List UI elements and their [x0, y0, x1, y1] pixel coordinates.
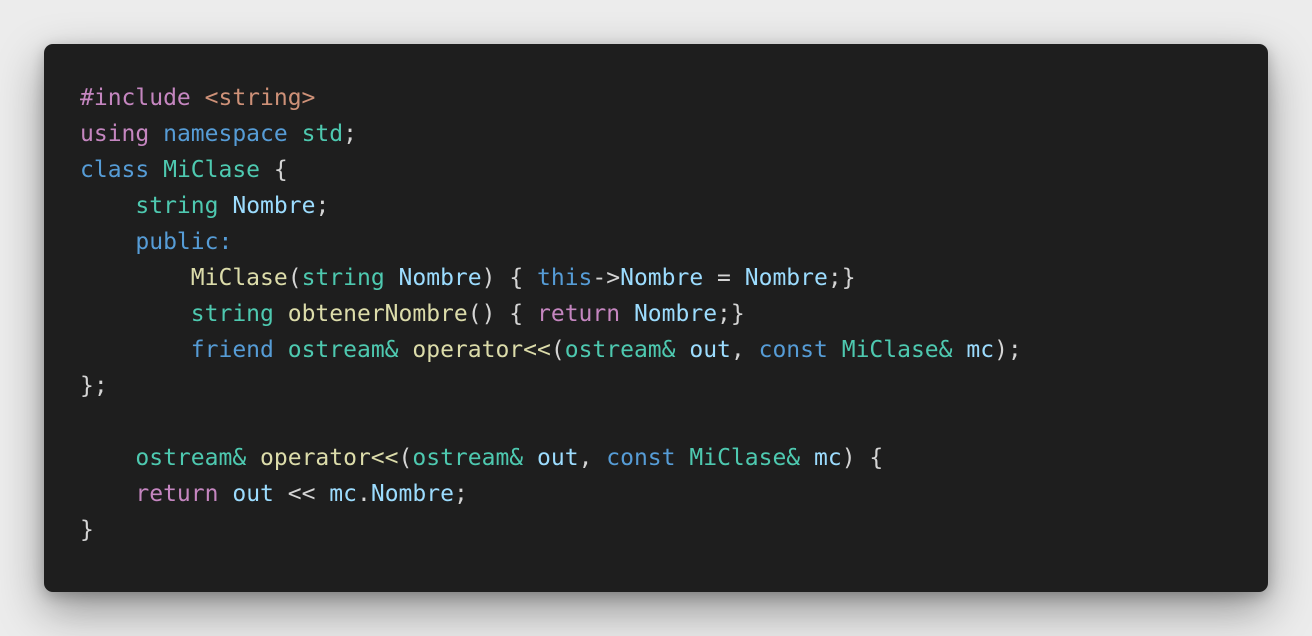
code-line: public:: [80, 224, 1022, 260]
code-token-plain: );: [994, 337, 1022, 363]
code-token-keyword: namespace: [163, 121, 302, 147]
code-token-plain: ;}: [827, 265, 856, 291]
code-window: #include <string> using namespace std; cla…: [44, 44, 1268, 592]
code-line: return out << mc.Nombre;: [80, 476, 1022, 512]
code-token-type: ostream&: [412, 445, 524, 471]
code-token-type: MiClase&: [841, 337, 953, 363]
code-token-type: std: [301, 121, 344, 147]
code-token-type: string: [135, 193, 219, 219]
code-token-type: ostream&: [564, 337, 676, 363]
code-token-keyword: const: [606, 445, 676, 471]
code-token-variable: mc: [329, 481, 357, 507]
code-line: };: [80, 368, 1022, 404]
code-token-plain: (: [287, 265, 302, 291]
code-token-plain: ;: [315, 193, 330, 219]
code-token-string: <string>: [204, 85, 316, 111]
code-token-plain: .: [356, 481, 371, 507]
code-token-type: string: [190, 301, 274, 327]
code-token-plain: <<: [273, 481, 330, 507]
code-token-keyword: public:: [135, 229, 233, 255]
code-token-type: ostream&: [135, 445, 247, 471]
code-line: friend ostream& operator<<(ostream& out,…: [80, 332, 1022, 368]
code-line: using namespace std;: [80, 116, 1022, 152]
code-token-type: MiClase: [163, 157, 261, 183]
code-line: MiClase(string Nombre) { this->Nombre = …: [80, 260, 1022, 296]
code-token-variable: Nombre: [620, 265, 704, 291]
code-token-control: return: [537, 301, 621, 327]
code-token-plain: ) {: [481, 265, 538, 291]
code-token-variable: mc: [966, 337, 995, 363]
code-token-plain: };: [80, 373, 108, 399]
code-token-keyword: class: [80, 157, 164, 183]
code-token-variable: out: [689, 337, 731, 363]
code-token-type: ostream&: [287, 337, 399, 363]
code-line: class MiClase {: [80, 152, 1022, 188]
page: #include <string> using namespace std; cla…: [0, 0, 1312, 636]
code-line: ostream& operator<<(ostream& out, const …: [80, 440, 1022, 476]
code-token-plain: =: [703, 265, 745, 291]
code-line: #include <string>: [80, 80, 1022, 116]
code-token-plain: ;: [453, 481, 468, 507]
code-token-plain: ->: [592, 265, 621, 291]
code-token-variable: Nombre: [633, 301, 718, 327]
code-block[interactable]: #include <string> using namespace std; cla…: [80, 80, 1022, 548]
code-token-variable: out: [537, 445, 579, 471]
code-token-control: return: [135, 481, 219, 507]
code-token-plain: }: [80, 517, 94, 543]
code-token-plain: ;: [343, 121, 357, 147]
code-token-variable: Nombre: [232, 193, 316, 219]
code-token-plain: ,: [578, 445, 607, 471]
code-line: }: [80, 512, 1022, 548]
code-token-plain: ,: [730, 337, 759, 363]
code-token-control: using: [80, 121, 164, 147]
code-line: string Nombre;: [80, 188, 1022, 224]
code-token-plain: () {: [467, 301, 537, 327]
code-token-plain: (: [550, 337, 565, 363]
code-token-keyword: this: [537, 265, 593, 291]
code-token-variable: out: [232, 481, 274, 507]
code-line: string obtenerNombre() { return Nombre;}: [80, 296, 1022, 332]
code-token-variable: Nombre: [398, 265, 482, 291]
code-token-variable: Nombre: [744, 265, 828, 291]
code-token-plain: ) {: [841, 445, 884, 471]
code-token-plain: (: [398, 445, 413, 471]
code-token-plain: {: [260, 157, 288, 183]
code-token-type: string: [301, 265, 385, 291]
code-token-variable: Nombre: [370, 481, 454, 507]
code-token-keyword: const: [758, 337, 828, 363]
code-token-keyword: friend: [190, 337, 274, 363]
code-token-function: obtenerNombre: [287, 301, 468, 327]
code-token-control: #include: [80, 85, 205, 111]
code-token-variable: mc: [814, 445, 842, 471]
code-token-function: operator<<: [412, 337, 551, 363]
code-token-function: operator<<: [260, 445, 399, 471]
code-token-plain: ;}: [717, 301, 745, 327]
code-token-function: MiClase: [190, 265, 288, 291]
code-token-type: MiClase&: [689, 445, 801, 471]
